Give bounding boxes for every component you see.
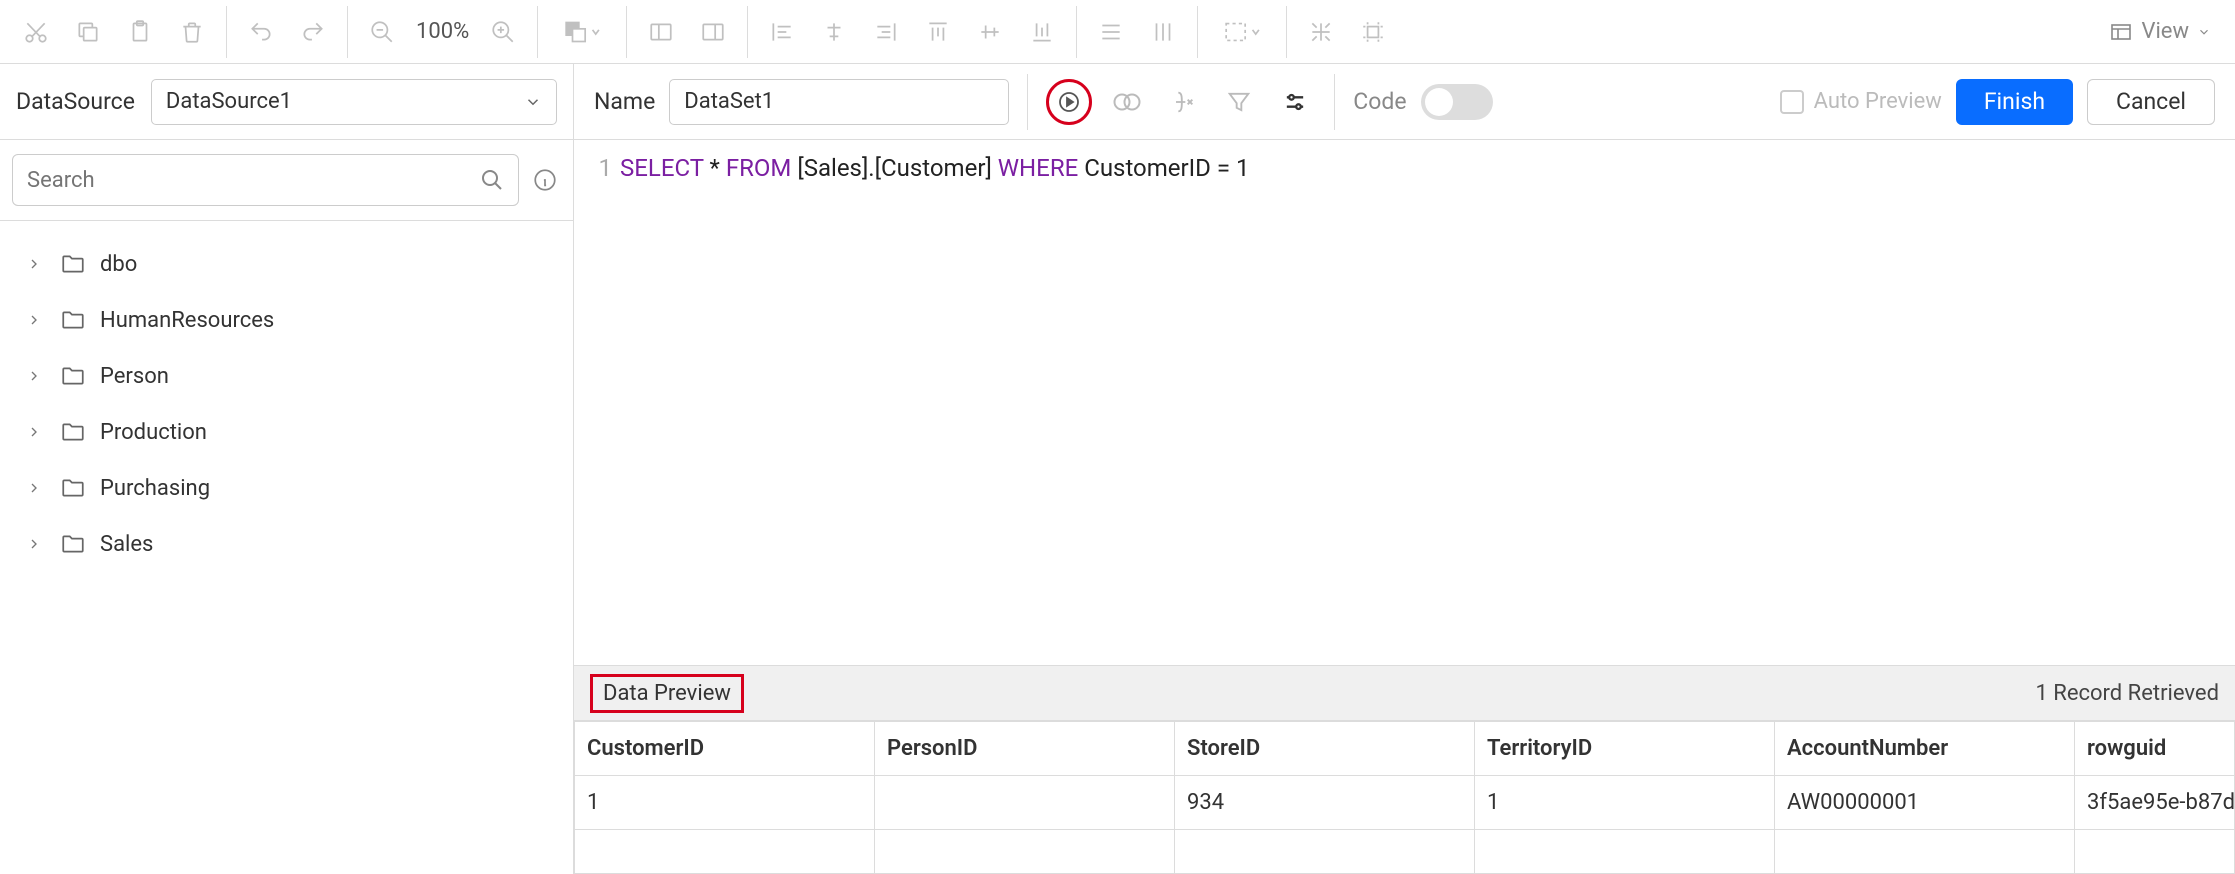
paste-icon[interactable] — [116, 8, 164, 56]
column-header[interactable]: StoreID — [1175, 722, 1475, 776]
datasource-label: DataSource — [16, 88, 135, 115]
data-preview-label: Data Preview — [590, 674, 744, 713]
align-left-icon[interactable] — [758, 8, 806, 56]
chevron-right-icon — [22, 536, 46, 552]
auto-preview-label: Auto Preview — [1814, 89, 1942, 114]
folder-icon — [60, 307, 86, 333]
chevron-right-icon — [22, 424, 46, 440]
redo-icon[interactable] — [289, 8, 337, 56]
distribute-h-icon[interactable] — [1087, 8, 1135, 56]
cut-icon[interactable] — [12, 8, 60, 56]
sidebar-item-label: dbo — [100, 252, 137, 277]
group-icon[interactable] — [637, 8, 685, 56]
table-cell — [875, 776, 1175, 830]
zoom-out-icon[interactable] — [358, 8, 406, 56]
folder-icon — [60, 363, 86, 389]
view-label: View — [2141, 19, 2189, 44]
folder-icon — [60, 419, 86, 445]
sidebar-item-label: Sales — [100, 532, 153, 557]
table-cell: AW00000001 — [1775, 776, 2075, 830]
align-center-h-icon[interactable] — [810, 8, 858, 56]
chevron-right-icon — [22, 312, 46, 328]
table-row — [575, 830, 2235, 874]
search-input[interactable] — [27, 168, 470, 193]
sidebar-item[interactable]: HumanResources — [16, 293, 557, 347]
code-label: Code — [1353, 88, 1406, 115]
info-icon[interactable] — [529, 164, 561, 196]
search-icon — [480, 168, 504, 192]
sub-toolbar: DataSource DataSource1 Name Code Auto Pr… — [0, 64, 2235, 140]
align-bottom-icon[interactable] — [1018, 8, 1066, 56]
cancel-button[interactable]: Cancel — [2087, 79, 2215, 125]
undo-icon[interactable] — [237, 8, 285, 56]
chevron-right-icon — [22, 368, 46, 384]
search-input-wrapper[interactable] — [12, 154, 519, 206]
preview-header: Data Preview 1 Record Retrieved — [574, 665, 2235, 721]
folder-icon — [60, 251, 86, 277]
sidebar-item[interactable]: dbo — [16, 237, 557, 291]
folder-icon — [60, 475, 86, 501]
table-cell: 934 — [1175, 776, 1475, 830]
chevron-right-icon — [22, 256, 46, 272]
column-header[interactable]: PersonID — [875, 722, 1175, 776]
preview-table: CustomerIDPersonIDStoreIDTerritoryIDAcco… — [574, 721, 2235, 874]
sidebar-item-label: Person — [100, 364, 169, 389]
sidebar: dbo HumanResources Person Production Pur… — [0, 140, 574, 874]
shape-fill-icon[interactable] — [548, 8, 616, 56]
chevron-right-icon — [22, 480, 46, 496]
table-row[interactable]: 19341AW000000013f5ae95e-b87d — [575, 776, 2235, 830]
auto-preview-checkbox[interactable]: Auto Preview — [1780, 89, 1942, 114]
table-cell: 1 — [1475, 776, 1775, 830]
zoom-in-icon[interactable] — [479, 8, 527, 56]
main-toolbar: 100% View — [0, 0, 2235, 64]
snap-lines-icon[interactable] — [1349, 8, 1397, 56]
copy-icon[interactable] — [64, 8, 112, 56]
validate-icon[interactable] — [1106, 81, 1148, 123]
checkbox-icon — [1780, 90, 1804, 114]
delete-icon[interactable] — [168, 8, 216, 56]
sidebar-item[interactable]: Sales — [16, 517, 557, 571]
filter-icon[interactable] — [1218, 81, 1260, 123]
table-cell: 1 — [575, 776, 875, 830]
zoom-level[interactable]: 100% — [410, 19, 475, 44]
records-count: 1 Record Retrieved — [2035, 681, 2219, 706]
snap-grid-icon[interactable] — [1297, 8, 1345, 56]
selection-mode-icon[interactable] — [1208, 8, 1276, 56]
column-header[interactable]: AccountNumber — [1775, 722, 2075, 776]
sidebar-item[interactable]: Purchasing — [16, 461, 557, 515]
finish-button[interactable]: Finish — [1956, 79, 2073, 125]
folder-icon — [60, 531, 86, 557]
sidebar-item[interactable]: Person — [16, 349, 557, 403]
line-number: 1 — [574, 148, 620, 665]
column-header[interactable]: TerritoryID — [1475, 722, 1775, 776]
sidebar-item-label: Production — [100, 420, 207, 445]
chevron-down-icon — [524, 93, 542, 111]
sidebar-item-label: HumanResources — [100, 308, 274, 333]
sidebar-item-label: Purchasing — [100, 476, 210, 501]
datasource-dropdown[interactable]: DataSource1 — [151, 79, 557, 125]
align-top-icon[interactable] — [914, 8, 962, 56]
parameters-icon[interactable] — [1274, 81, 1316, 123]
sql-editor[interactable]: 1 SELECT * FROM [Sales].[Customer] WHERE… — [574, 140, 2235, 665]
column-header[interactable]: rowguid — [2075, 722, 2235, 776]
align-right-icon[interactable] — [862, 8, 910, 56]
play-icon — [1057, 90, 1081, 114]
sidebar-item[interactable]: Production — [16, 405, 557, 459]
datasource-value: DataSource1 — [166, 89, 292, 114]
align-center-v-icon[interactable] — [966, 8, 1014, 56]
name-input[interactable] — [669, 79, 1009, 125]
run-query-button[interactable] — [1046, 79, 1092, 125]
column-header[interactable]: CustomerID — [575, 722, 875, 776]
table-cell: 3f5ae95e-b87d — [2075, 776, 2235, 830]
name-label: Name — [594, 88, 655, 115]
code-toggle[interactable] — [1421, 84, 1493, 120]
ungroup-icon[interactable] — [689, 8, 737, 56]
function-icon[interactable] — [1162, 81, 1204, 123]
distribute-v-icon[interactable] — [1139, 8, 1187, 56]
code-line: SELECT * FROM [Sales].[Customer] WHERE C… — [620, 148, 1250, 665]
view-dropdown[interactable]: View — [2091, 19, 2229, 44]
